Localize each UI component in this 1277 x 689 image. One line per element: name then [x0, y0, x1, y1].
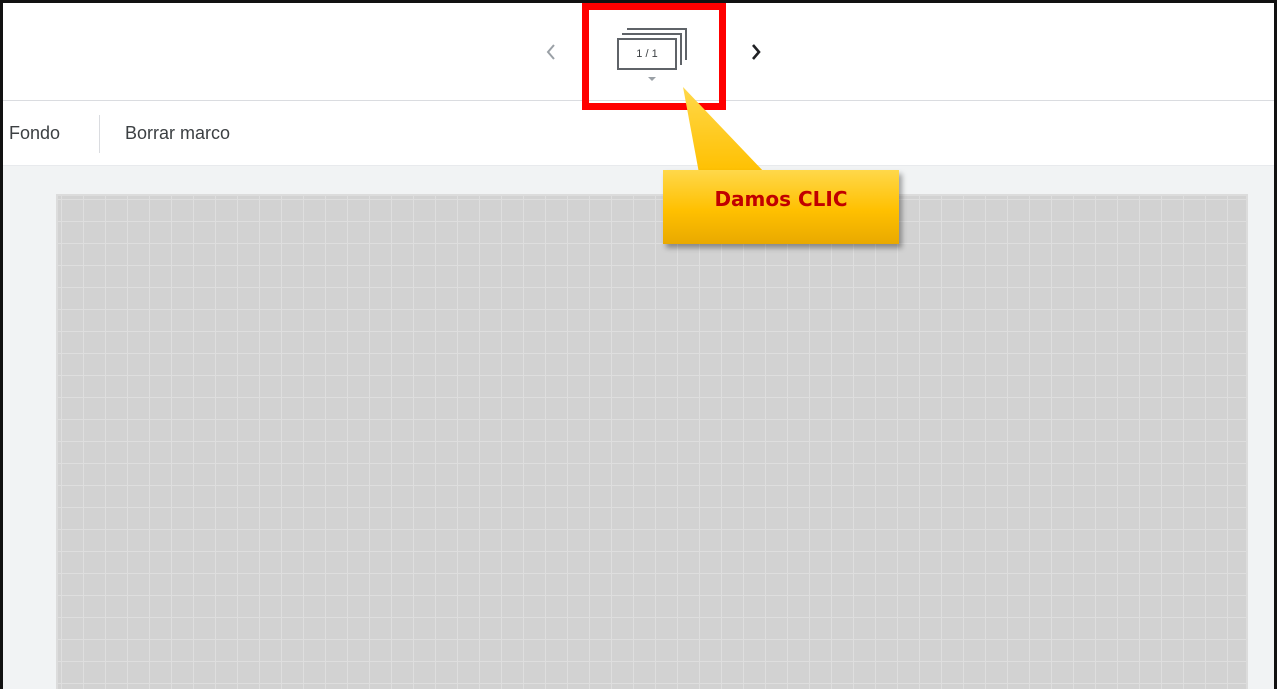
toolbar-divider	[99, 115, 100, 153]
chevron-right-icon	[752, 44, 761, 60]
drawing-canvas[interactable]	[56, 194, 1248, 689]
frame-counter-label: 1 / 1	[617, 38, 677, 70]
chevron-left-icon	[546, 44, 555, 60]
frame-navigation-bar: 1 / 1	[3, 3, 1274, 101]
background-button[interactable]: Fondo	[9, 101, 60, 165]
caret-down-icon	[648, 77, 656, 81]
app-frame: 1 / 1 Fondo Borrar marco Damos CLIC	[0, 0, 1277, 689]
callout-text: Damos CLIC	[714, 187, 848, 211]
frame-toolbar: Fondo Borrar marco	[3, 101, 1274, 166]
next-frame-button[interactable]	[743, 37, 769, 67]
clear-frame-button[interactable]: Borrar marco	[125, 101, 230, 165]
canvas-area	[3, 166, 1274, 689]
frame-counter-button[interactable]: 1 / 1	[613, 23, 693, 89]
annotation-callout: Damos CLIC	[663, 170, 899, 244]
previous-frame-button[interactable]	[538, 37, 564, 67]
